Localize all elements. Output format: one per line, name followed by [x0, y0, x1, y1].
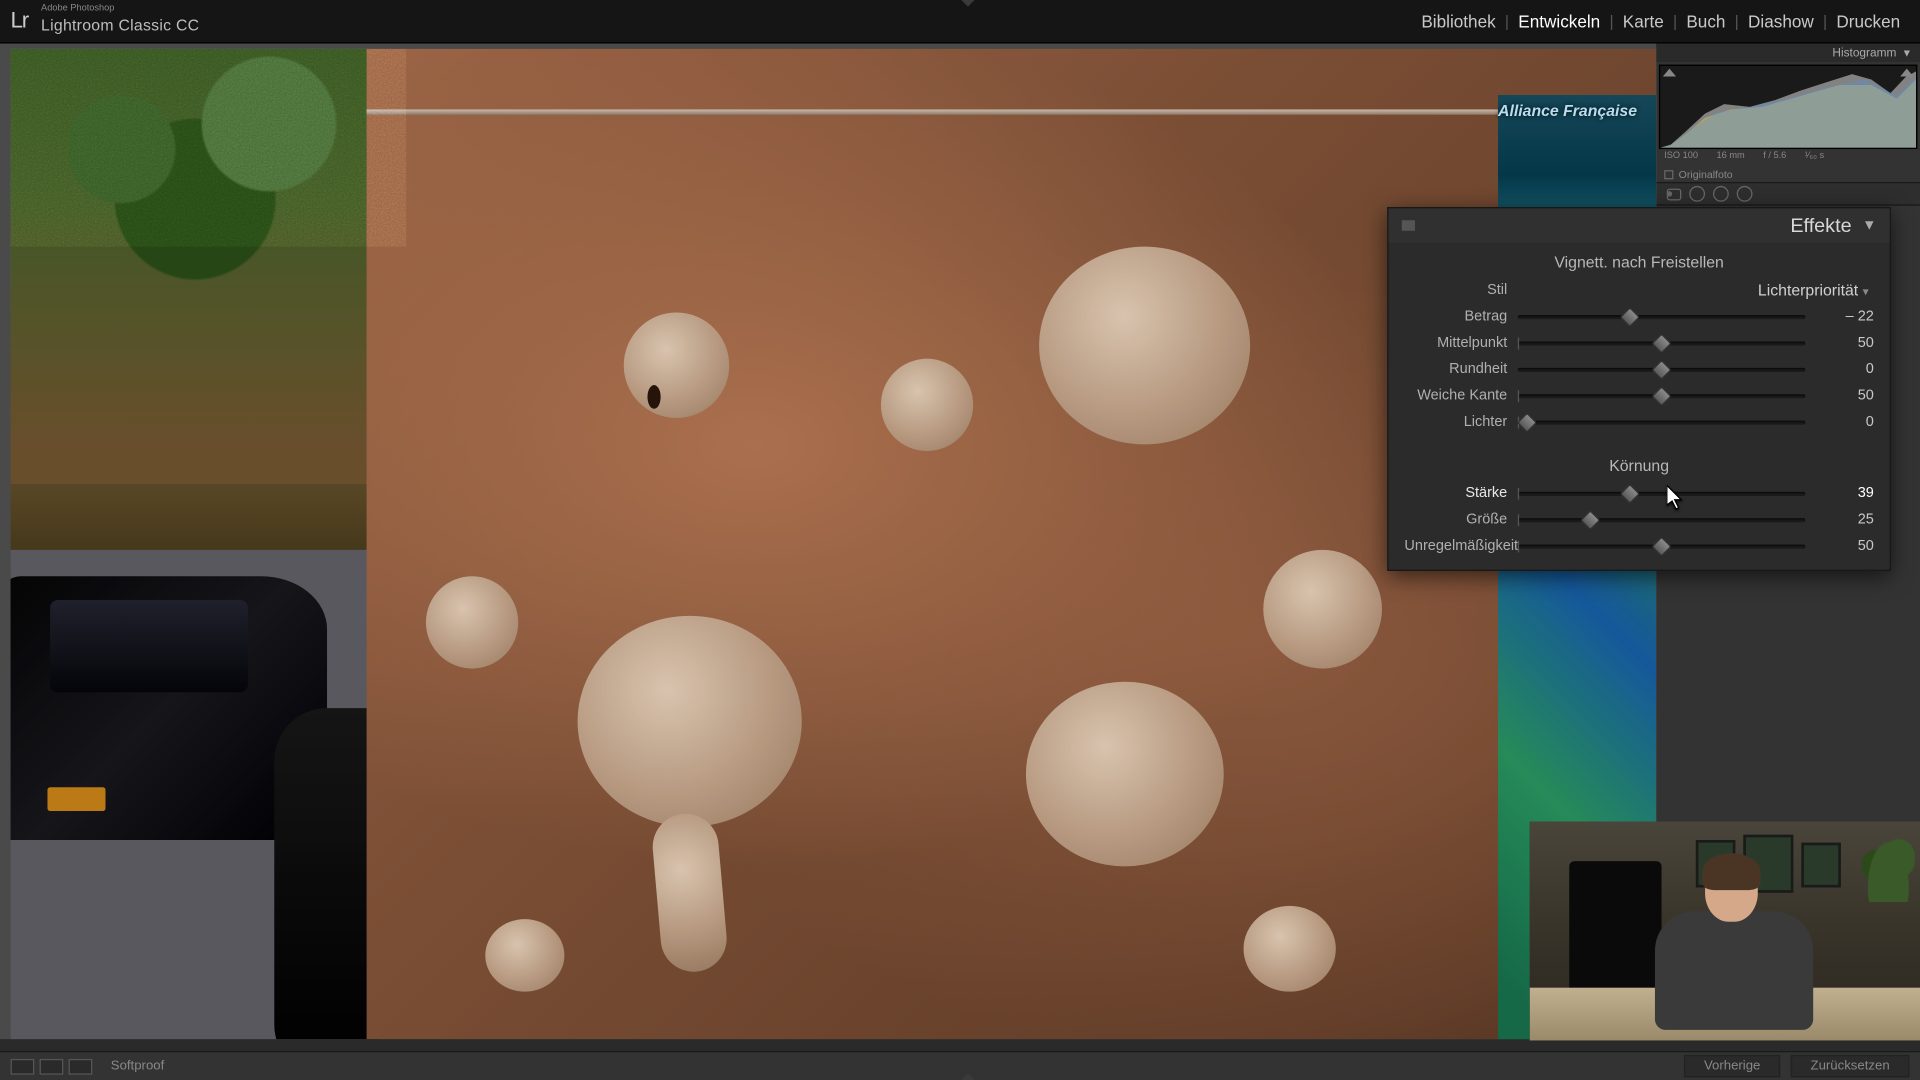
slider-thumb[interactable]: [1516, 412, 1537, 433]
app-title: Adobe Photoshop Lightroom Classic CC: [41, 5, 199, 37]
module-tab-diashow[interactable]: Diashow: [1739, 7, 1823, 35]
grain-slider-row: Stärke 39: [1404, 480, 1873, 506]
effects-panel: Effekte ▼ Vignett. nach Freistellen Stil…: [1387, 207, 1891, 571]
chevron-down-icon: ▼: [1902, 47, 1912, 59]
slider-thumb[interactable]: [1651, 333, 1672, 354]
slider-value[interactable]: 39: [1816, 485, 1874, 501]
panel-expand-icon[interactable]: [960, 0, 976, 7]
slider-track[interactable]: [1518, 307, 1805, 325]
style-dropdown[interactable]: Lichterpriorität ▾: [1518, 281, 1874, 299]
slider-value[interactable]: 50: [1816, 538, 1874, 554]
slider-track[interactable]: [1518, 360, 1805, 378]
vignette-slider-row: Weiche Kante 50: [1404, 382, 1873, 408]
spot-tool-icon[interactable]: [1689, 186, 1705, 202]
slider-track[interactable]: [1518, 386, 1805, 404]
shadow-clip-icon[interactable]: [1663, 69, 1676, 77]
slider-label: Mittelpunkt: [1404, 335, 1507, 351]
slider-value[interactable]: 50: [1816, 335, 1874, 351]
slider-value[interactable]: 0: [1816, 414, 1874, 430]
section-title: Vignett. nach Freistellen: [1404, 253, 1873, 271]
slider-label: Stärke: [1404, 485, 1507, 501]
radial-tool-icon[interactable]: [1737, 186, 1753, 202]
grain-slider-row: Unregelmäßigkeit 50: [1404, 533, 1873, 559]
exif-readout: ISO 10016 mmf / 5.6¹⁄₆₀ s: [1656, 152, 1920, 167]
grain-section: Körnung Stärke 39 Größe 25 Unregelmäßigkeit 5…: [1389, 446, 1890, 570]
slider-thumb[interactable]: [1651, 536, 1672, 557]
slider-thumb[interactable]: [1651, 386, 1672, 407]
slider-label: Rundheit: [1404, 361, 1507, 377]
vignette-section: Vignett. nach Freistellen Stil Lichterpr…: [1389, 243, 1890, 446]
module-nav: Bibliothek|Entwickeln|Karte|Buch|Diashow…: [1412, 7, 1909, 35]
effects-panel-header[interactable]: Effekte ▼: [1389, 208, 1890, 242]
original-toggle[interactable]: Originalfoto: [1656, 166, 1920, 182]
slider-track[interactable]: [1518, 510, 1805, 528]
slider-value[interactable]: 25: [1816, 512, 1874, 528]
bottom-toolbar: Softproof Vorherige Zurücksetzen: [0, 1051, 1920, 1080]
histogram[interactable]: [1659, 65, 1917, 149]
slider-label: Betrag: [1404, 309, 1507, 325]
module-tab-buch[interactable]: Buch: [1677, 7, 1735, 35]
previous-button[interactable]: Vorherige: [1684, 1055, 1780, 1077]
reset-button[interactable]: Zurücksetzen: [1791, 1055, 1910, 1077]
local-tools: [1656, 182, 1920, 206]
slider-thumb[interactable]: [1651, 360, 1672, 381]
highlight-clip-icon[interactable]: [1900, 69, 1913, 77]
slider-track[interactable]: [1518, 413, 1805, 431]
app-logo: Lr: [11, 8, 28, 34]
chevron-down-icon: ▼: [1862, 218, 1876, 234]
loupe-view-icon[interactable]: [11, 1058, 35, 1074]
slider-thumb[interactable]: [1620, 484, 1641, 505]
module-tab-bibliothek[interactable]: Bibliothek: [1412, 7, 1505, 35]
module-tab-karte[interactable]: Karte: [1614, 7, 1673, 35]
slider-thumb[interactable]: [1579, 510, 1600, 531]
slider-value[interactable]: 50: [1816, 388, 1874, 404]
grain-slider-row: Größe 25: [1404, 506, 1873, 532]
slider-label: Lichter: [1404, 414, 1507, 430]
slider-value[interactable]: 0: [1816, 361, 1874, 377]
survey-view-icon[interactable]: [69, 1058, 93, 1074]
compare-view-icon[interactable]: [40, 1058, 64, 1074]
vignette-slider-row: Lichter 0: [1404, 409, 1873, 435]
slider-value[interactable]: – 22: [1816, 309, 1874, 325]
module-tab-drucken[interactable]: Drucken: [1827, 7, 1909, 35]
softproof-toggle[interactable]: Softproof: [111, 1059, 165, 1074]
histogram-header[interactable]: Histogramm▼: [1656, 44, 1920, 62]
vignette-slider-row: Mittelpunkt 50: [1404, 330, 1873, 356]
style-row: Stil Lichterpriorität ▾: [1404, 277, 1873, 303]
slider-thumb[interactable]: [1620, 307, 1641, 328]
module-tab-entwickeln[interactable]: Entwickeln: [1509, 7, 1609, 35]
panel-switch-icon[interactable]: [1402, 220, 1415, 231]
filmstrip-expand-icon[interactable]: [960, 1073, 976, 1080]
vignette-slider-row: Betrag – 22: [1404, 303, 1873, 329]
menubar: Lr Adobe Photoshop Lightroom Classic CC …: [0, 0, 1920, 44]
slider-track[interactable]: [1518, 537, 1805, 555]
slider-label: Weiche Kante: [1404, 388, 1507, 404]
slider-track[interactable]: [1518, 334, 1805, 352]
vignette-slider-row: Rundheit 0: [1404, 356, 1873, 382]
slider-label: Größe: [1404, 512, 1507, 528]
webcam-overlay: [1530, 822, 1920, 1041]
section-title: Körnung: [1404, 456, 1873, 474]
brush-tool-icon[interactable]: [1667, 191, 1672, 196]
redeye-tool-icon[interactable]: [1713, 186, 1729, 202]
slider-track[interactable]: [1518, 484, 1805, 502]
watermark-text: Alliance Française: [1498, 102, 1643, 142]
slider-label: Unregelmäßigkeit: [1404, 538, 1507, 554]
